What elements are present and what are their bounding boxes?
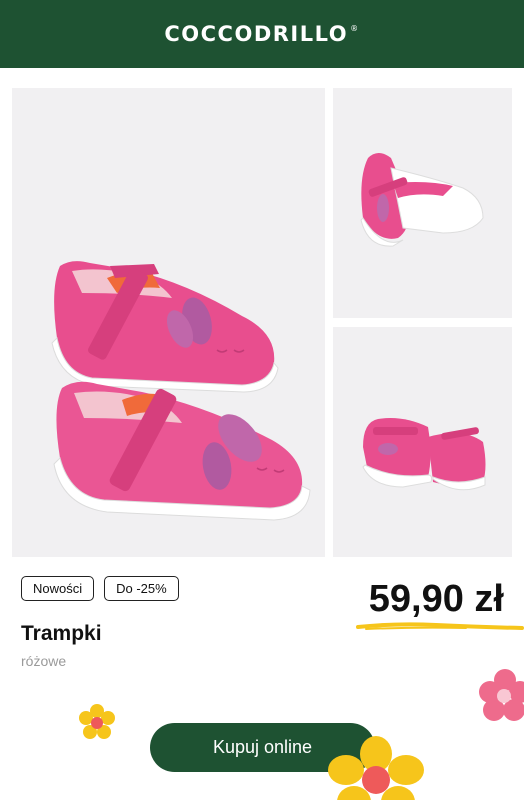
price-underline-decoration [356, 622, 524, 630]
product-price: 59,90 zł [368, 578, 504, 620]
product-color: różowe [21, 653, 67, 669]
brand-name: COCCODRILLO [164, 22, 349, 46]
product-image-thumb-2[interactable] [333, 327, 512, 557]
pink-shoes-angle-illustration [360, 153, 484, 247]
product-image-main[interactable] [12, 88, 325, 557]
pink-shoes-rear-illustration [362, 418, 486, 491]
brand-logo[interactable]: COCCODRILLO ® [164, 22, 359, 46]
pink-shoes-illustration [51, 261, 311, 521]
large-yellow-flower-icon [328, 736, 424, 800]
tag-discount[interactable]: Do -25% [104, 576, 179, 601]
small-yellow-flower-icon [79, 704, 115, 739]
pink-flower-icon [479, 669, 524, 721]
tag-new[interactable]: Nowości [21, 576, 95, 601]
trademark-symbol: ® [350, 24, 360, 33]
product-image-thumb-1[interactable] [333, 88, 512, 318]
product-tags: Nowości Do -25% [21, 576, 179, 601]
header-bar: COCCODRILLO ® [0, 0, 524, 68]
product-title: Trampki [21, 622, 102, 645]
